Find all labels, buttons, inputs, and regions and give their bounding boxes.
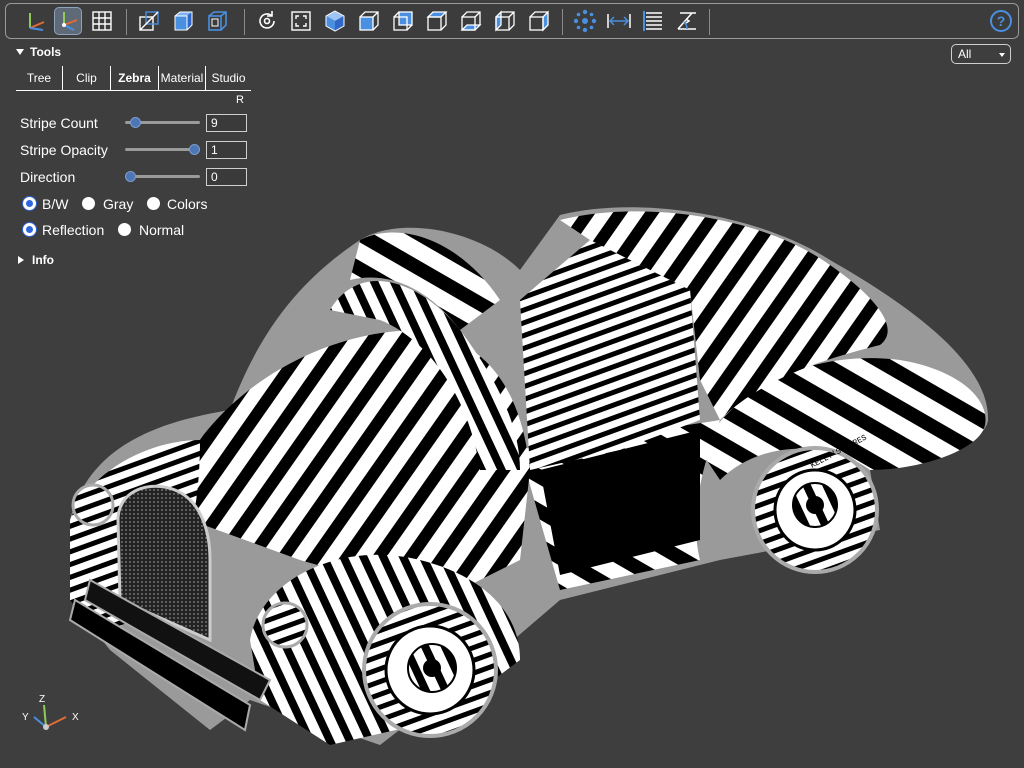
grid-icon[interactable] <box>88 7 116 35</box>
front-wheel <box>362 602 498 738</box>
collapse-triangle-icon <box>16 49 24 55</box>
radio-reflection-label: Reflection <box>42 222 105 238</box>
view-select[interactable]: All <box>951 44 1011 64</box>
direction-label: Direction <box>20 169 76 185</box>
tools-tabs: Tree Clip Zebra Material Studio <box>16 66 251 91</box>
transparent-icon[interactable] <box>169 7 197 35</box>
black-edges-icon[interactable] <box>203 7 231 35</box>
expand-triangle-icon <box>18 256 24 264</box>
bottom-view-icon[interactable] <box>457 7 485 35</box>
radio-normal[interactable] <box>118 223 131 236</box>
fit-icon[interactable] <box>287 7 315 35</box>
axis-x-label: X <box>72 712 79 723</box>
axis-z-label: Z <box>39 694 45 705</box>
view-select-value: All <box>958 47 972 61</box>
radio-normal-label: Normal <box>139 222 185 238</box>
radio-bw[interactable] <box>23 197 36 210</box>
radio-reflection[interactable] <box>23 223 36 236</box>
angle-measure-icon[interactable] <box>673 7 701 35</box>
slider-thumb[interactable] <box>189 144 200 155</box>
perspective-icon[interactable] <box>135 7 163 35</box>
radio-colors[interactable] <box>147 197 160 210</box>
help-icon[interactable]: ? <box>987 7 1015 35</box>
top-view-icon[interactable] <box>423 7 451 35</box>
direction-slider[interactable] <box>125 171 200 182</box>
tab-clip[interactable]: Clip <box>63 66 111 90</box>
chevron-down-icon <box>999 53 1005 57</box>
axes-gizmo: Z Y X <box>22 694 79 730</box>
info-header[interactable]: Info <box>18 253 54 267</box>
tab-tree[interactable]: Tree <box>16 66 63 90</box>
radio-gray[interactable] <box>82 197 95 210</box>
stripe-opacity-label: Stripe Opacity <box>20 142 108 158</box>
stripe-count-slider[interactable] <box>125 117 200 128</box>
reset-view-icon[interactable] <box>253 7 281 35</box>
front-view-icon[interactable] <box>355 7 383 35</box>
rear-view-icon[interactable] <box>389 7 417 35</box>
stripe-count-label: Stripe Count <box>20 115 98 131</box>
tools-title: Tools <box>30 45 62 59</box>
radio-bw-label: B/W <box>42 196 69 212</box>
car-model[interactable]: KELLY'S TIRES <box>68 207 989 745</box>
stripe-opacity-slider[interactable] <box>125 144 200 155</box>
tools-header[interactable]: Tools <box>16 45 61 59</box>
radio-colors-label: Colors <box>167 196 208 212</box>
radio-gray-label: Gray <box>103 196 134 212</box>
iso-view-icon[interactable] <box>321 7 349 35</box>
direction-input[interactable]: 0 <box>206 168 247 186</box>
axes-orientation-icon[interactable] <box>54 7 82 35</box>
axes-icon[interactable] <box>22 7 50 35</box>
properties-icon[interactable] <box>639 7 667 35</box>
right-view-icon[interactable] <box>525 7 553 35</box>
axis-y-label: Y <box>22 712 29 723</box>
viewer-toolbar: ? <box>5 3 1019 39</box>
svg-text:?: ? <box>997 13 1006 29</box>
distance-measure-icon[interactable] <box>605 7 633 35</box>
left-view-icon[interactable] <box>491 7 519 35</box>
slider-thumb[interactable] <box>125 171 136 182</box>
info-title: Info <box>32 253 54 267</box>
stripe-opacity-input[interactable]: 1 <box>206 141 247 159</box>
stripe-count-input[interactable]: 9 <box>206 114 247 132</box>
tab-material[interactable]: Material <box>159 66 206 90</box>
tab-zebra[interactable]: Zebra <box>111 66 159 90</box>
explode-icon[interactable] <box>571 7 599 35</box>
tab-studio[interactable]: Studio <box>206 66 251 90</box>
reset-label[interactable]: R <box>236 94 244 106</box>
